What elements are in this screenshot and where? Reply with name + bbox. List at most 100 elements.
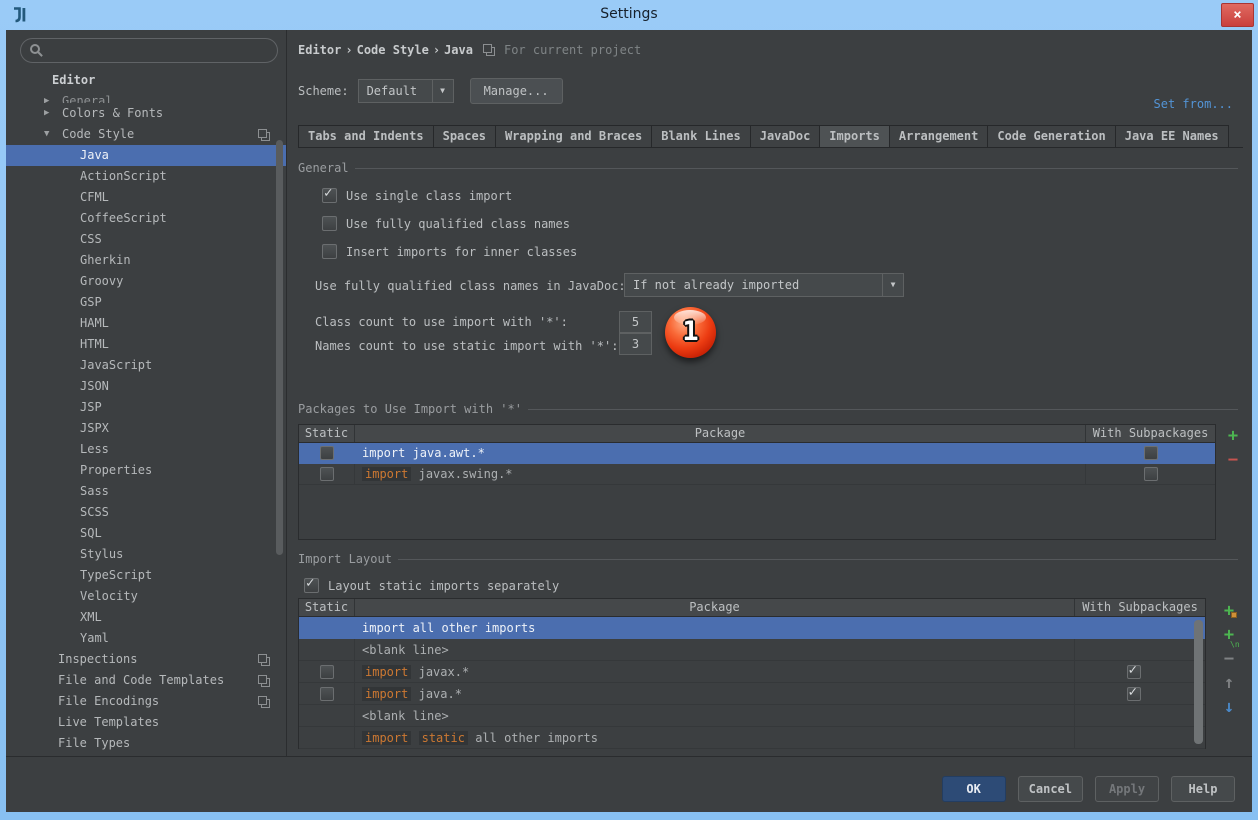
- set-from-link[interactable]: Set from...: [1154, 97, 1233, 111]
- sidebar-item[interactable]: JSON: [6, 376, 286, 397]
- sidebar-item[interactable]: Velocity: [6, 586, 286, 607]
- sidebar-item[interactable]: ▶ Colors & Fonts: [6, 103, 286, 124]
- chevron-down-icon[interactable]: ▼: [432, 80, 453, 102]
- sidebar-item[interactable]: Less: [6, 439, 286, 460]
- subpackages-checkbox[interactable]: ✓: [1127, 665, 1141, 679]
- cancel-button[interactable]: Cancel: [1018, 776, 1083, 802]
- add-package-button[interactable]: +: [1221, 425, 1245, 449]
- add-package-entry-button[interactable]: +: [1217, 600, 1241, 624]
- sidebar-item[interactable]: JSPX: [6, 418, 286, 439]
- checkbox[interactable]: ✓: [322, 244, 337, 259]
- tab[interactable]: Tabs and Indents: [298, 125, 433, 148]
- use-fully-qualified-names-row[interactable]: ✓ Use fully qualified class names: [322, 216, 570, 231]
- sidebar-item[interactable]: Gherkin: [6, 250, 286, 271]
- table-row[interactable]: import all other imports: [299, 617, 1205, 639]
- remove-entry-button[interactable]: −: [1217, 648, 1241, 672]
- tab-label: Tabs and Indents: [308, 129, 424, 143]
- class-count-input[interactable]: [619, 311, 652, 333]
- sidebar-item[interactable]: Inspections: [6, 649, 286, 670]
- tree-arrow-icon[interactable]: ▶: [44, 103, 58, 124]
- tab[interactable]: JavaDoc: [750, 125, 820, 148]
- tab[interactable]: Imports: [819, 125, 889, 148]
- sidebar-item[interactable]: File and Code Templates: [6, 670, 286, 691]
- sidebar-item[interactable]: File Encodings: [6, 691, 286, 712]
- sidebar-item[interactable]: File Types: [6, 733, 286, 754]
- sidebar-item[interactable]: ▶ General: [6, 91, 286, 103]
- apply-button[interactable]: Apply: [1095, 776, 1159, 802]
- javadoc-qualified-names-select[interactable]: If not already imported ▼: [624, 273, 904, 297]
- sidebar-item[interactable]: JavaScript: [6, 355, 286, 376]
- sidebar-item[interactable]: Editor: [6, 70, 286, 91]
- sidebar-item[interactable]: XML: [6, 607, 286, 628]
- table-row[interactable]: import static all other imports: [299, 727, 1205, 749]
- table-row[interactable]: <blank line>: [299, 639, 1205, 661]
- breadcrumb-editor[interactable]: Editor: [298, 43, 341, 57]
- layout-static-imports-row[interactable]: ✓ Layout static imports separately: [304, 578, 559, 593]
- move-down-button[interactable]: ↓: [1217, 696, 1241, 720]
- sidebar-item[interactable]: Java: [6, 145, 286, 166]
- tab[interactable]: Wrapping and Braces: [495, 125, 651, 148]
- tab[interactable]: Spaces: [433, 125, 495, 148]
- sidebar-item[interactable]: Live Templates: [6, 712, 286, 733]
- sidebar-item[interactable]: Sass: [6, 481, 286, 502]
- tab[interactable]: Arrangement: [889, 125, 987, 148]
- tab[interactable]: Code Generation: [987, 125, 1114, 148]
- remove-package-button[interactable]: −: [1221, 449, 1245, 473]
- use-single-class-import-row[interactable]: ✓ Use single class import: [322, 188, 512, 203]
- sidebar-item[interactable]: CFML: [6, 187, 286, 208]
- tab-label: Java EE Names: [1125, 129, 1219, 143]
- manage-button[interactable]: Manage...: [470, 78, 563, 104]
- tree-arrow-icon[interactable]: ▶: [44, 91, 58, 103]
- subpackages-checkbox[interactable]: ✓: [1144, 446, 1158, 460]
- sidebar-item[interactable]: Yaml: [6, 628, 286, 649]
- sidebar-item[interactable]: SCSS: [6, 502, 286, 523]
- checkbox[interactable]: ✓: [304, 578, 319, 593]
- sidebar-item[interactable]: ActionScript: [6, 166, 286, 187]
- subpackages-checkbox[interactable]: ✓: [1127, 687, 1141, 701]
- checkbox-label: Insert imports for inner classes: [346, 245, 577, 259]
- insert-imports-inner-classes-row[interactable]: ✓ Insert imports for inner classes: [322, 244, 577, 259]
- tab[interactable]: Java EE Names: [1115, 125, 1229, 148]
- table-row[interactable]: ✓ import java.awt.* ✓: [299, 443, 1215, 464]
- static-checkbox[interactable]: ✓: [320, 446, 334, 460]
- move-up-button[interactable]: ↑: [1217, 672, 1241, 696]
- sidebar-item[interactable]: SQL: [6, 523, 286, 544]
- scheme-label: Scheme:: [298, 84, 349, 98]
- scheme-select[interactable]: Default ▼: [358, 79, 454, 103]
- sidebar-item[interactable]: JSP: [6, 397, 286, 418]
- sidebar-item[interactable]: CoffeeScript: [6, 208, 286, 229]
- sidebar-item[interactable]: Groovy: [6, 271, 286, 292]
- breadcrumb-java[interactable]: Java: [444, 43, 473, 57]
- breadcrumb-code-style[interactable]: Code Style: [357, 43, 429, 57]
- table-row[interactable]: ✓ import java.* ✓: [299, 683, 1205, 705]
- sidebar-item[interactable]: Properties: [6, 460, 286, 481]
- tab[interactable]: Blank Lines: [651, 125, 749, 148]
- names-count-input[interactable]: [619, 333, 652, 355]
- table-scrollbar[interactable]: [1194, 620, 1203, 744]
- subpackages-checkbox[interactable]: ✓: [1144, 467, 1158, 481]
- static-checkbox[interactable]: ✓: [320, 665, 334, 679]
- add-blank-line-button[interactable]: +\n: [1217, 624, 1241, 648]
- table-row[interactable]: <blank line>: [299, 705, 1205, 727]
- checkbox[interactable]: ✓: [322, 188, 337, 203]
- sidebar-item[interactable]: TypeScript: [6, 565, 286, 586]
- sidebar-item[interactable]: HAML: [6, 313, 286, 334]
- chevron-down-icon[interactable]: ▼: [882, 274, 903, 296]
- sidebar-item[interactable]: CSS: [6, 229, 286, 250]
- search-box[interactable]: [20, 38, 278, 63]
- tree-arrow-icon[interactable]: ▼: [44, 124, 58, 145]
- checkbox[interactable]: ✓: [322, 216, 337, 231]
- table-row[interactable]: ✓ import javax.swing.* ✓: [299, 464, 1215, 485]
- sidebar-item[interactable]: GSP: [6, 292, 286, 313]
- static-checkbox[interactable]: ✓: [320, 467, 334, 481]
- help-button[interactable]: Help: [1171, 776, 1235, 802]
- search-input[interactable]: [51, 41, 269, 60]
- close-button[interactable]: ×: [1221, 3, 1254, 27]
- static-checkbox[interactable]: ✓: [320, 687, 334, 701]
- sidebar-item[interactable]: ▼ Code Style: [6, 124, 286, 145]
- sidebar-item[interactable]: Stylus: [6, 544, 286, 565]
- sidebar-scrollbar[interactable]: [276, 140, 283, 555]
- table-row[interactable]: ✓ import javax.* ✓: [299, 661, 1205, 683]
- ok-button[interactable]: OK: [942, 776, 1006, 802]
- sidebar-item[interactable]: HTML: [6, 334, 286, 355]
